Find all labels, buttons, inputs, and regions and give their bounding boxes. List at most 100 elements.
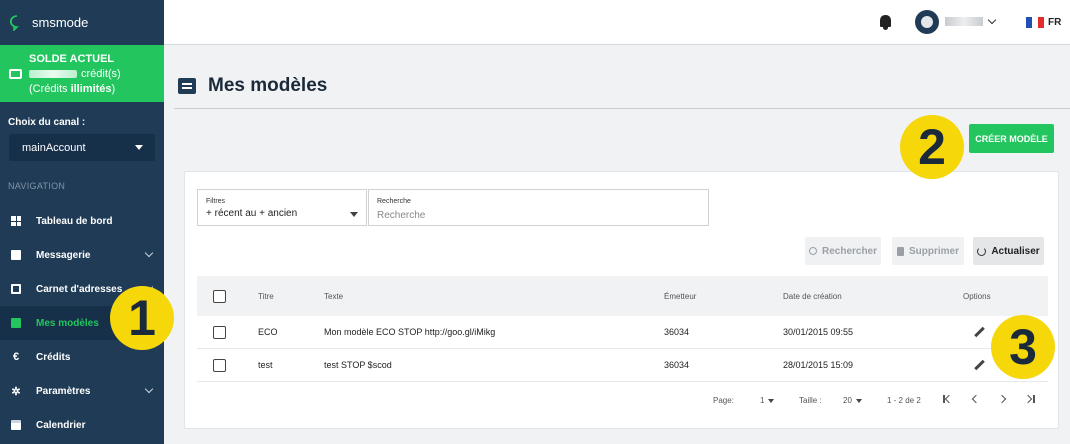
row-date: 30/01/2015 09:55 xyxy=(783,327,854,337)
select-all-checkbox[interactable] xyxy=(213,289,226,303)
row-text: Mon modèle ECO STOP http://goo.gl/iMikg xyxy=(324,327,496,337)
sidebar-item-label: Mes modèles xyxy=(36,317,99,329)
callout-1: 1 xyxy=(110,286,174,350)
balance-credits: crédit(s) xyxy=(29,68,164,80)
templates-card: Filtres + récent au + ancien Recherche R… xyxy=(184,171,1059,429)
page-label: Page: xyxy=(713,396,734,405)
edit-icon[interactable] xyxy=(974,327,985,338)
page-range: 1 - 2 de 2 xyxy=(887,396,921,405)
size-select[interactable]: 20 xyxy=(843,396,862,405)
france-flag-icon[interactable] xyxy=(1026,17,1044,28)
table-header: Titre Texte Émetteur Date de création Op… xyxy=(197,276,1048,316)
row-checkbox[interactable] xyxy=(213,358,226,372)
balance-panel: SOLDE ACTUEL crédit(s) (Crédits illimité… xyxy=(0,45,164,102)
sidebar-item-label: Calendrier xyxy=(36,419,86,431)
address-book-icon xyxy=(10,283,22,295)
language-label[interactable]: FR xyxy=(1048,17,1061,28)
filter-select[interactable]: Filtres + récent au + ancien xyxy=(197,189,367,226)
divider xyxy=(174,108,1070,109)
credits-note-bold: illimités xyxy=(70,83,112,95)
delete-button-label: Supprimer xyxy=(908,245,959,257)
calendar-icon xyxy=(10,419,22,431)
sidebar-item-settings[interactable]: ✲ Paramètres xyxy=(0,374,164,408)
bell-icon[interactable] xyxy=(880,15,891,30)
search-field[interactable]: Recherche xyxy=(368,189,709,226)
table-row[interactable]: test test STOP $scod 36034 28/01/2015 15… xyxy=(197,349,1048,382)
sidebar-item-label: Carnet d'adresses xyxy=(36,283,123,295)
next-page-icon[interactable] xyxy=(998,394,1008,404)
first-page-icon[interactable] xyxy=(942,394,952,404)
delete-button[interactable]: Supprimer xyxy=(892,237,964,265)
balance-title: SOLDE ACTUEL xyxy=(29,53,115,65)
column-sender[interactable]: Émetteur xyxy=(664,292,696,301)
search-button[interactable]: Rechercher xyxy=(805,237,881,265)
trash-icon xyxy=(896,246,904,256)
refresh-button[interactable]: Actualiser xyxy=(973,237,1044,265)
caret-down-icon xyxy=(855,398,862,403)
brand-name: smsmode xyxy=(32,15,89,30)
caret-down-icon xyxy=(768,398,775,403)
refresh-button-label: Actualiser xyxy=(991,245,1040,257)
channel-value: mainAccount xyxy=(22,141,86,154)
template-icon xyxy=(10,317,22,329)
sidebar-item-label: Tableau de bord xyxy=(36,215,113,227)
credits-note-suffix: ) xyxy=(111,83,116,95)
table-row[interactable]: ECO Mon modèle ECO STOP http://goo.gl/iM… xyxy=(197,316,1048,349)
page-select[interactable]: 1 xyxy=(760,396,775,405)
sidebar-item-dashboard[interactable]: Tableau de bord xyxy=(0,204,164,238)
redacted-credit-count xyxy=(29,70,77,78)
row-checkbox[interactable] xyxy=(213,325,226,339)
row-text: test STOP $scod xyxy=(324,360,392,370)
callout-3: 3 xyxy=(991,315,1055,379)
avatar[interactable] xyxy=(915,10,939,34)
page-title: Mes modèles xyxy=(208,75,328,96)
logo-icon xyxy=(9,14,19,31)
credits-suffix: crédit(s) xyxy=(81,68,121,80)
edit-icon[interactable] xyxy=(974,360,985,371)
euro-icon: € xyxy=(12,351,20,363)
column-options: Options xyxy=(963,291,991,301)
caret-down-icon xyxy=(350,212,358,217)
row-sender: 36034 xyxy=(664,360,690,370)
column-text[interactable]: Texte xyxy=(324,292,343,301)
chevron-down-icon xyxy=(144,384,154,394)
caret-down-icon xyxy=(135,145,143,150)
templates-table: Titre Texte Émetteur Date de création Op… xyxy=(197,276,1048,382)
channel-select[interactable]: mainAccount xyxy=(9,134,155,161)
column-title[interactable]: Titre xyxy=(258,292,274,301)
redacted-username[interactable] xyxy=(945,17,983,26)
template-icon xyxy=(178,78,196,94)
column-date[interactable]: Date de création xyxy=(783,292,842,301)
row-title: ECO xyxy=(258,327,278,337)
size-value: 20 xyxy=(843,396,852,405)
search-input[interactable] xyxy=(377,210,677,221)
size-label: Taille : xyxy=(799,396,822,405)
chat-icon xyxy=(10,249,22,261)
brand[interactable]: smsmode xyxy=(0,0,164,45)
sidebar-item-label: Paramètres xyxy=(36,385,91,397)
dashboard-icon xyxy=(10,215,22,227)
row-sender: 36034 xyxy=(664,327,690,337)
search-button-label: Rechercher xyxy=(821,245,878,257)
filter-value: + récent au + ancien xyxy=(206,208,298,219)
sidebar-item-messaging[interactable]: Messagerie xyxy=(0,238,164,272)
topbar: FR xyxy=(164,0,1070,45)
sidebar-item-label: Crédits xyxy=(36,351,71,363)
last-page-icon[interactable] xyxy=(1025,394,1035,404)
callout-2: 2 xyxy=(900,115,964,179)
gear-icon: ✲ xyxy=(11,385,21,398)
sidebar-item-label: Messagerie xyxy=(36,249,91,261)
search-label: Recherche xyxy=(377,198,411,205)
create-template-button[interactable]: CRÉER MODÈLE xyxy=(969,124,1054,153)
filter-label: Filtres xyxy=(206,198,226,205)
sidebar-item-calendar[interactable]: Calendrier xyxy=(0,408,164,442)
refresh-icon xyxy=(977,246,987,256)
chevron-down-icon[interactable] xyxy=(987,15,997,25)
navigation-label: NAVIGATION xyxy=(8,181,66,191)
channel-label: Choix du canal : xyxy=(8,117,86,128)
previous-page-icon[interactable] xyxy=(970,394,980,404)
credits-note-prefix: (Crédits xyxy=(29,83,71,95)
search-icon xyxy=(808,247,817,255)
wallet-icon xyxy=(9,69,22,79)
page-header: Mes modèles xyxy=(178,75,327,97)
